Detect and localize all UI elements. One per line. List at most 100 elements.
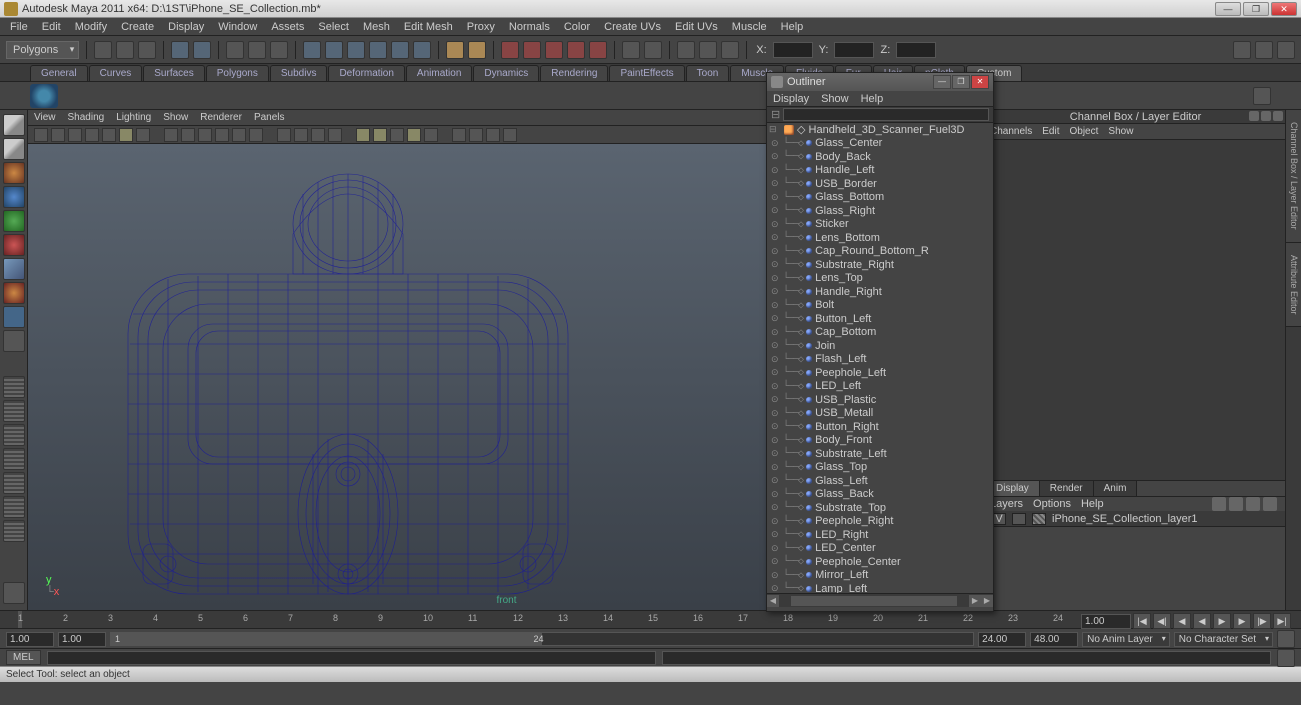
outliner-item[interactable]: ⊙└──◇ Handle_Right (767, 285, 993, 299)
layout-button-2[interactable] (699, 41, 717, 59)
undo-button[interactable] (171, 41, 189, 59)
lasso-tool[interactable] (3, 138, 25, 160)
outliner-item[interactable]: ⊙└──◇ LED_Center (767, 542, 993, 556)
mel-label[interactable]: MEL (6, 650, 41, 665)
shelf-options-button[interactable] (1253, 87, 1271, 105)
outliner-menu-help[interactable]: Help (861, 93, 884, 105)
snap-plane-button[interactable] (369, 41, 387, 59)
outliner-item[interactable]: ⊙└──◇ USB_Plastic (767, 393, 993, 407)
select-by-hierarchy-button[interactable] (226, 41, 244, 59)
vp-menu-show[interactable]: Show (163, 112, 188, 123)
outliner-item[interactable]: ⊙└──◇ Cap_Bottom (767, 326, 993, 340)
layout-outliner-button[interactable] (3, 520, 25, 542)
layout-two-side-button[interactable] (3, 424, 25, 446)
shelf-tab-curves[interactable]: Curves (89, 65, 143, 81)
sidebar-toggle-1[interactable] (1233, 41, 1251, 59)
vp-icon[interactable] (390, 128, 404, 142)
layout-four-button[interactable] (3, 400, 25, 422)
outliner-item[interactable]: ⊙└──◇ Button_Right (767, 420, 993, 434)
vp-icon[interactable] (469, 128, 483, 142)
move-tool[interactable] (3, 186, 25, 208)
vp-menu-renderer[interactable]: Renderer (200, 112, 242, 123)
outliner-item[interactable]: ⊙└──◇ Handle_Left (767, 164, 993, 178)
menu-muscle[interactable]: Muscle (726, 19, 773, 35)
input-line-type-button[interactable] (644, 41, 662, 59)
toolbox-spacer-button[interactable] (3, 582, 25, 604)
layout-three-button[interactable] (3, 472, 25, 494)
outliner-item[interactable]: ⊙└──◇ Sticker (767, 218, 993, 232)
shelf-tab-dynamics[interactable]: Dynamics (473, 65, 539, 81)
outliner-item[interactable]: ⊙└──◇ Mirror_Left (767, 569, 993, 583)
shelf-tab-polygons[interactable]: Polygons (206, 65, 269, 81)
outliner-menu-show[interactable]: Show (821, 93, 849, 105)
side-tab-attribute[interactable]: Attribute Editor (1286, 243, 1301, 328)
minimize-button[interactable]: — (1215, 2, 1241, 16)
input-line-op-button[interactable] (622, 41, 640, 59)
vp-icon[interactable] (198, 128, 212, 142)
vp-icon[interactable] (232, 128, 246, 142)
menu-create-uvs[interactable]: Create UVs (598, 19, 667, 35)
layer-menu-help[interactable]: Help (1081, 498, 1104, 510)
render-button[interactable] (501, 41, 519, 59)
vp-icon[interactable] (373, 128, 387, 142)
sidebar-toggle-3[interactable] (1277, 41, 1295, 59)
layout-button-3[interactable] (721, 41, 739, 59)
ipr-render-button[interactable] (523, 41, 541, 59)
outliner-item[interactable]: ⊙└──◇ Glass_Center (767, 137, 993, 151)
menu-assets[interactable]: Assets (265, 19, 310, 35)
close-button[interactable]: ✕ (1271, 2, 1297, 16)
vp-menu-view[interactable]: View (34, 112, 56, 123)
vp-icon[interactable] (164, 128, 178, 142)
select-by-object-button[interactable] (248, 41, 266, 59)
play-back-button[interactable]: ◀ (1193, 613, 1211, 629)
menu-window[interactable]: Window (212, 19, 263, 35)
outliner-item[interactable]: ⊙└──◇ USB_Border (767, 177, 993, 191)
current-time-field[interactable] (1081, 614, 1131, 629)
menu-select[interactable]: Select (312, 19, 355, 35)
outliner-item[interactable]: ⊙└──◇ Peephole_Left (767, 366, 993, 380)
coord-x-input[interactable] (773, 42, 813, 58)
panel-icon[interactable] (1249, 111, 1259, 121)
shelf-tab-general[interactable]: General (30, 65, 88, 81)
show-manip-tool[interactable] (3, 306, 25, 328)
outliner-item[interactable]: ⊙└──◇ Substrate_Left (767, 447, 993, 461)
outliner-item[interactable]: ⊙└──◇ USB_Metall (767, 407, 993, 421)
menu-modify[interactable]: Modify (69, 19, 113, 35)
outliner-tree[interactable]: ⊟◇ Handheld_3D_Scanner_Fuel3D⊙└──◇ Glass… (767, 123, 993, 593)
outliner-item[interactable]: ⊙└──◇ Glass_Back (767, 488, 993, 502)
coord-y-input[interactable] (834, 42, 874, 58)
layer-type-toggle[interactable] (1012, 513, 1026, 525)
layer-tab-render[interactable]: Render (1040, 481, 1094, 496)
cb-menu-edit[interactable]: Edit (1042, 126, 1059, 137)
vp-icon[interactable] (51, 128, 65, 142)
scroll-right-button[interactable]: ▶ (969, 595, 981, 607)
outliner-hscroll[interactable]: ◀ ▶ ▶ (767, 593, 993, 607)
layer-tab-display[interactable]: Display (986, 481, 1040, 496)
sidebar-toggle-2[interactable] (1255, 41, 1273, 59)
vp-icon[interactable] (277, 128, 291, 142)
maximize-button[interactable]: ❐ (1243, 2, 1269, 16)
layout-button-1[interactable] (677, 41, 695, 59)
layer-menu-layers[interactable]: Layers (990, 498, 1023, 510)
playback-start-field[interactable] (58, 632, 106, 647)
outliner-item[interactable]: ⊙└──◇ Flash_Left (767, 353, 993, 367)
character-set-dropdown[interactable]: No Character Set (1174, 632, 1273, 647)
snap-grid-button[interactable] (303, 41, 321, 59)
outliner-close-button[interactable]: ✕ (971, 75, 989, 89)
outliner-item[interactable]: ⊙└──◇ Cap_Round_Bottom_R (767, 245, 993, 259)
coord-z-input[interactable] (896, 42, 936, 58)
render-settings-button[interactable] (567, 41, 585, 59)
vp-icon[interactable] (215, 128, 229, 142)
autokey-toggle[interactable] (1277, 630, 1295, 648)
shelf-tab-subdivs[interactable]: Subdivs (270, 65, 328, 81)
layout-two-stack-button[interactable] (3, 448, 25, 470)
mel-input[interactable] (47, 651, 656, 665)
save-scene-button[interactable] (138, 41, 156, 59)
snap-view-button[interactable] (413, 41, 431, 59)
layer-menu-options[interactable]: Options (1033, 498, 1071, 510)
shelf-tab-surfaces[interactable]: Surfaces (143, 65, 204, 81)
script-editor-button[interactable] (1277, 649, 1295, 667)
layer-tab-anim[interactable]: Anim (1094, 481, 1138, 496)
layer-icon[interactable] (1229, 497, 1243, 511)
menu-color[interactable]: Color (558, 19, 596, 35)
